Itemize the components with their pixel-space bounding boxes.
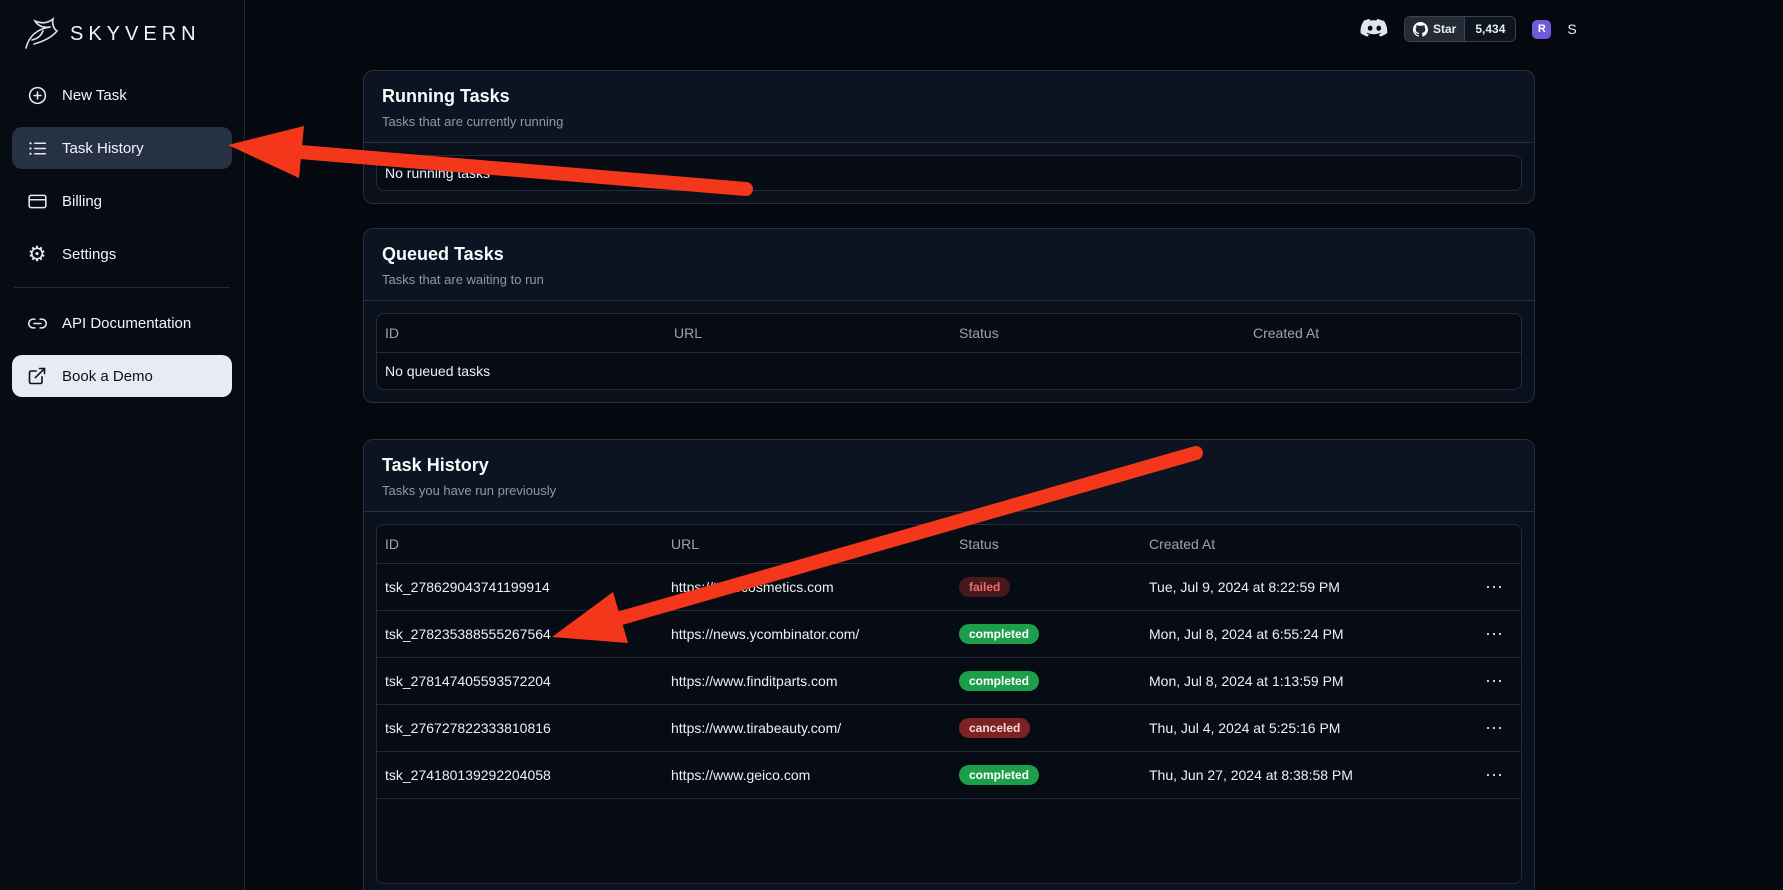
row-actions-button[interactable]: ⋯	[1485, 625, 1503, 643]
task-url-cell: https://www.tirabeauty.com/	[663, 705, 951, 752]
sidebar-item-label: New Task	[62, 87, 127, 104]
sidebar-item-label: API Documentation	[62, 315, 191, 332]
table-row[interactable]: tsk_274180139292204058 https://www.geico…	[377, 752, 1522, 799]
sidebar-item-task-history[interactable]: Task History	[12, 127, 232, 169]
sidebar: SKYVERN New Task Task History	[0, 0, 245, 890]
gear-icon: ⚙	[26, 244, 48, 265]
row-actions-button[interactable]: ⋯	[1485, 672, 1503, 690]
status-badge: completed	[959, 624, 1039, 644]
clipped-label: S	[1567, 21, 1576, 37]
github-star-widget[interactable]: Star 5,434	[1404, 16, 1516, 42]
row-actions-cell: ⋯	[1467, 564, 1522, 611]
table-row[interactable]: tsk_278147405593572204 https://www.findi…	[377, 658, 1522, 705]
column-header-url: URL	[666, 314, 951, 353]
column-header-url: URL	[663, 525, 951, 564]
task-created-cell: Tue, Jul 9, 2024 at 8:22:59 PM	[1141, 564, 1467, 611]
discord-icon[interactable]	[1360, 19, 1388, 40]
running-empty-state: No running tasks	[377, 156, 1521, 190]
task-url-cell: https://www.geico.com	[663, 752, 951, 799]
sidebar-nav: New Task Task History Billing ⚙ Settings	[0, 74, 244, 397]
row-actions-button[interactable]: ⋯	[1485, 578, 1503, 596]
running-tasks-header: Running Tasks Tasks that are currently r…	[364, 71, 1534, 143]
brand-name: SKYVERN	[70, 23, 201, 46]
status-badge: completed	[959, 765, 1039, 785]
row-actions-button[interactable]: ⋯	[1485, 719, 1503, 737]
section-title: Task History	[382, 455, 1516, 476]
row-actions-cell: ⋯	[1467, 752, 1522, 799]
row-actions-button[interactable]: ⋯	[1485, 766, 1503, 784]
skyvern-dragon-icon	[18, 12, 62, 56]
sidebar-item-new-task[interactable]: New Task	[12, 74, 232, 116]
section-subtitle: Tasks that are waiting to run	[382, 272, 1516, 287]
task-history-table: ID URL Status Created At tsk_27862904374…	[377, 525, 1522, 799]
queued-tasks-table: ID URL Status Created At No queued tasks	[377, 314, 1522, 389]
book-demo-button[interactable]: Book a Demo	[12, 355, 232, 397]
sidebar-item-settings[interactable]: ⚙ Settings	[12, 233, 232, 275]
task-id-cell: tsk_274180139292204058	[377, 752, 663, 799]
row-actions-cell: ⋯	[1467, 705, 1522, 752]
running-tasks-card: Running Tasks Tasks that are currently r…	[363, 70, 1535, 204]
task-status-cell: canceled	[951, 705, 1141, 752]
queued-empty-state: No queued tasks	[377, 353, 1522, 390]
section-subtitle: Tasks that are currently running	[382, 114, 1516, 129]
github-star-label: Star	[1433, 22, 1456, 36]
task-status-cell: completed	[951, 611, 1141, 658]
task-history-card: Task History Tasks you have run previous…	[363, 439, 1535, 890]
topbar: Star 5,434 R S	[1360, 16, 1577, 42]
column-header-created-at: Created At	[1245, 314, 1522, 353]
task-url-cell: https://tartecosmetics.com	[663, 564, 951, 611]
sidebar-divider	[14, 287, 230, 288]
column-header-status: Status	[951, 314, 1245, 353]
main-content: Running Tasks Tasks that are currently r…	[363, 70, 1535, 890]
status-badge: failed	[959, 577, 1010, 597]
sidebar-item-label: Billing	[62, 193, 102, 210]
column-header-status: Status	[951, 525, 1141, 564]
task-created-cell: Thu, Jun 27, 2024 at 8:38:58 PM	[1141, 752, 1467, 799]
task-status-cell: completed	[951, 658, 1141, 705]
github-star-count: 5,434	[1464, 17, 1515, 41]
task-status-cell: failed	[951, 564, 1141, 611]
task-id-cell: tsk_278629043741199914	[377, 564, 663, 611]
sidebar-item-label: Settings	[62, 246, 116, 263]
task-id-cell: tsk_278147405593572204	[377, 658, 663, 705]
book-demo-label: Book a Demo	[62, 368, 153, 385]
external-link-icon	[26, 366, 48, 386]
sidebar-item-billing[interactable]: Billing	[12, 180, 232, 222]
section-subtitle: Tasks you have run previously	[382, 483, 1516, 498]
task-created-cell: Thu, Jul 4, 2024 at 5:25:16 PM	[1141, 705, 1467, 752]
task-id-cell: tsk_278235388555267564	[377, 611, 663, 658]
credit-card-icon	[26, 191, 48, 212]
table-row[interactable]: tsk_278235388555267564 https://news.ycom…	[377, 611, 1522, 658]
task-history-header: Task History Tasks you have run previous…	[364, 440, 1534, 512]
task-url-cell: https://news.ycombinator.com/	[663, 611, 951, 658]
task-created-cell: Mon, Jul 8, 2024 at 1:13:59 PM	[1141, 658, 1467, 705]
task-url-cell: https://www.finditparts.com	[663, 658, 951, 705]
brand-logo[interactable]: SKYVERN	[0, 0, 244, 56]
github-icon	[1413, 22, 1428, 37]
link-icon	[26, 313, 48, 334]
task-status-cell: completed	[951, 752, 1141, 799]
row-actions-cell: ⋯	[1467, 658, 1522, 705]
table-row[interactable]: tsk_276727822333810816 https://www.tirab…	[377, 705, 1522, 752]
queued-tasks-card: Queued Tasks Tasks that are waiting to r…	[363, 228, 1535, 403]
status-badge: completed	[959, 671, 1039, 691]
column-header-actions	[1467, 525, 1522, 564]
list-icon	[26, 138, 48, 159]
section-title: Running Tasks	[382, 86, 1516, 107]
column-header-created-at: Created At	[1141, 525, 1467, 564]
sidebar-item-label: Task History	[62, 140, 144, 157]
avatar[interactable]: R	[1532, 20, 1551, 39]
table-row[interactable]: tsk_278629043741199914 https://tartecosm…	[377, 564, 1522, 611]
column-header-id: ID	[377, 314, 666, 353]
row-actions-cell: ⋯	[1467, 611, 1522, 658]
column-header-id: ID	[377, 525, 663, 564]
plus-circle-icon	[26, 85, 48, 106]
task-created-cell: Mon, Jul 8, 2024 at 6:55:24 PM	[1141, 611, 1467, 658]
task-id-cell: tsk_276727822333810816	[377, 705, 663, 752]
section-title: Queued Tasks	[382, 244, 1516, 265]
status-badge: canceled	[959, 718, 1030, 738]
sidebar-item-api-documentation[interactable]: API Documentation	[12, 302, 232, 344]
queued-tasks-header: Queued Tasks Tasks that are waiting to r…	[364, 229, 1534, 301]
